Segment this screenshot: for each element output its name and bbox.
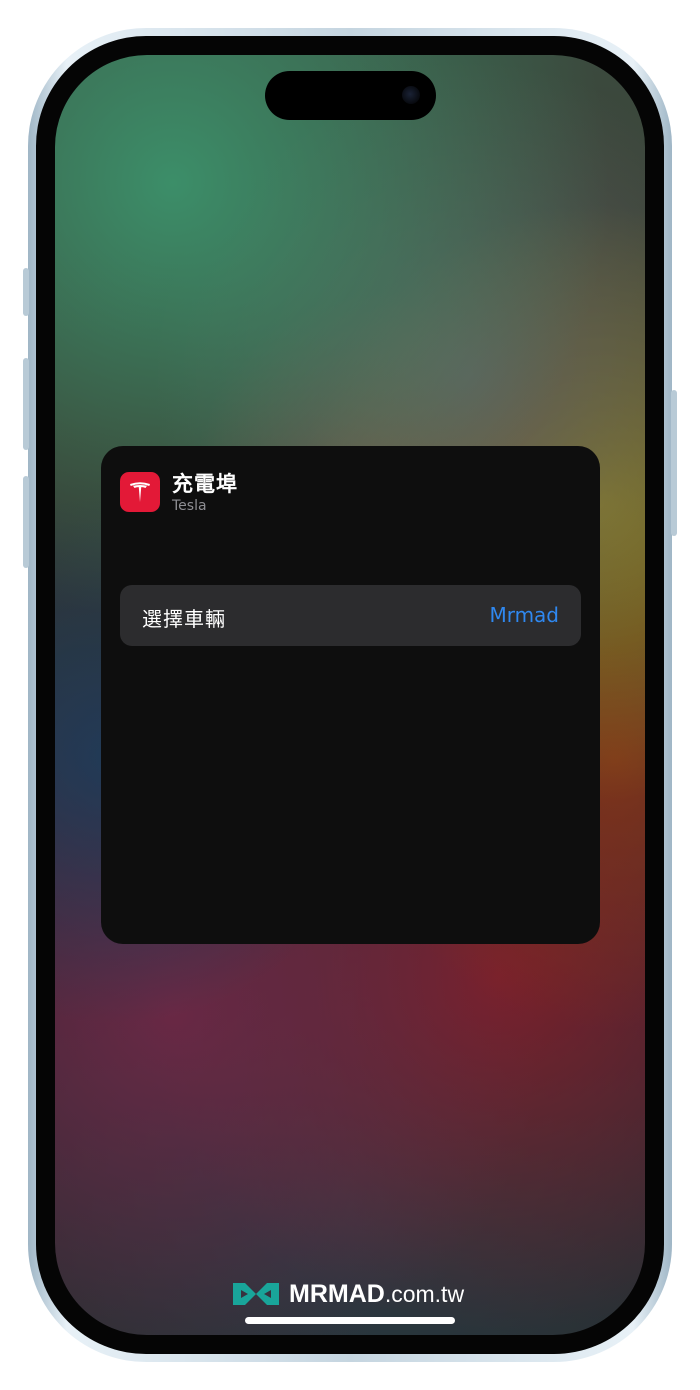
parameter-label: 選擇車輛 bbox=[142, 607, 226, 631]
home-indicator[interactable] bbox=[245, 1317, 455, 1324]
app-title: 充電埠 bbox=[172, 472, 238, 496]
mrmad-logo-icon bbox=[233, 1283, 279, 1305]
action-button bbox=[23, 268, 29, 316]
vehicle-parameter-row[interactable]: 選擇車輛 Mrmad bbox=[120, 585, 581, 646]
power-button bbox=[671, 390, 677, 536]
volume-down-button bbox=[23, 476, 29, 568]
front-camera-icon bbox=[402, 86, 420, 104]
tesla-logo-icon bbox=[120, 472, 160, 512]
app-developer: Tesla bbox=[172, 498, 207, 514]
device-mockup: 充電埠 Tesla 選擇車輛 Mrmad MRMAD .com.tw bbox=[0, 0, 700, 1390]
watermark-brand: MRMAD bbox=[289, 1279, 385, 1308]
watermark-domain: .com.tw bbox=[384, 1280, 465, 1307]
widget-config-card: 充電埠 Tesla 選擇車輛 Mrmad bbox=[101, 446, 600, 944]
dynamic-island bbox=[265, 71, 436, 120]
vehicle-selector[interactable]: Mrmad bbox=[489, 603, 559, 627]
volume-up-button bbox=[23, 358, 29, 450]
watermark: MRMAD .com.tw bbox=[231, 1278, 464, 1310]
